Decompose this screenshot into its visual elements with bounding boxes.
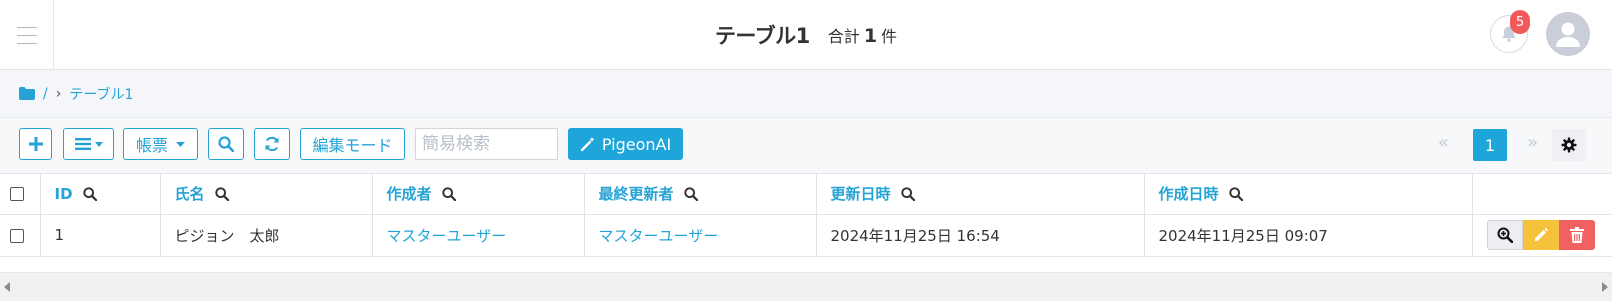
- column-header-name[interactable]: 氏名: [160, 174, 373, 215]
- cell-id: 1: [40, 214, 161, 257]
- table-row[interactable]: 1 ピジョン 太郎 マスターユーザー マスターユーザー 2024年11月25日 …: [0, 214, 1612, 257]
- search-icon[interactable]: [441, 187, 456, 201]
- hamburger-icon: [16, 26, 37, 28]
- toolbar: 帳票 編集モード PigeonAI « 1 »: [0, 118, 1612, 174]
- edit-button[interactable]: [1522, 220, 1559, 250]
- records-table: ID 氏名 作成者 最終更新者 更新日時 作成日時 1 ピジョン 太郎 マスター…: [0, 174, 1612, 257]
- column-header-updated-at[interactable]: 更新日時: [816, 174, 1145, 215]
- pencil-icon: [1534, 227, 1548, 241]
- pager-next-button[interactable]: »: [1527, 132, 1538, 153]
- trash-icon: [1569, 227, 1584, 243]
- settings-button[interactable]: [1552, 129, 1586, 161]
- app-header: テーブル1 合計 1 件 5: [0, 0, 1612, 70]
- list-icon: [74, 138, 91, 150]
- row-checkbox[interactable]: [10, 228, 24, 243]
- zoom-in-icon: [1497, 227, 1513, 243]
- delete-button[interactable]: [1558, 220, 1595, 250]
- user-avatar[interactable]: [1546, 12, 1590, 56]
- search-icon[interactable]: [683, 187, 698, 201]
- refresh-button[interactable]: [254, 128, 290, 160]
- column-header-id[interactable]: ID: [40, 174, 161, 215]
- menu-toggle-button[interactable]: [0, 0, 54, 70]
- caret-down-icon: [94, 141, 103, 147]
- pigeon-ai-button[interactable]: PigeonAI: [568, 128, 683, 160]
- cell-created-at: 2024年11月25日 09:07: [1144, 214, 1473, 257]
- scroll-right-arrow[interactable]: [1602, 282, 1608, 292]
- cell-updated-by-link[interactable]: マスターユーザー: [599, 227, 719, 245]
- list-menu-button[interactable]: [63, 128, 114, 160]
- column-header-created-by[interactable]: 作成者: [372, 174, 585, 215]
- column-header-actions: [1472, 174, 1612, 215]
- plus-icon: [28, 137, 43, 151]
- search-icon[interactable]: [1228, 187, 1243, 201]
- search-icon: [218, 136, 234, 152]
- add-record-button[interactable]: [19, 128, 52, 160]
- breadcrumb-separator: /: [43, 85, 48, 102]
- folder-icon[interactable]: [19, 87, 35, 100]
- select-all-checkbox[interactable]: [10, 187, 24, 202]
- chevron-right-icon: ›: [55, 85, 62, 102]
- scroll-left-arrow[interactable]: [4, 282, 10, 292]
- title-area: テーブル1 合計 1 件: [0, 0, 1612, 70]
- search-icon[interactable]: [82, 187, 97, 201]
- magic-wand-icon: [580, 137, 595, 152]
- breadcrumb-current[interactable]: テーブル1: [69, 84, 133, 104]
- cell-updated-at: 2024年11月25日 16:54: [816, 214, 1145, 257]
- pager-prev-button[interactable]: «: [1438, 132, 1449, 153]
- row-actions: [1486, 220, 1612, 250]
- search-icon[interactable]: [214, 187, 229, 201]
- column-header-updated-by[interactable]: 最終更新者: [584, 174, 817, 215]
- search-button[interactable]: [208, 128, 244, 160]
- quick-search-input[interactable]: [415, 128, 558, 160]
- user-icon: [1556, 22, 1580, 47]
- caret-down-icon: [176, 141, 185, 147]
- cell-name: ピジョン 太郎: [160, 214, 373, 257]
- view-button[interactable]: [1486, 220, 1523, 250]
- edit-mode-button[interactable]: 編集モード: [300, 128, 405, 160]
- refresh-icon: [265, 136, 279, 152]
- breadcrumb: / › テーブル1: [0, 70, 1612, 118]
- column-header-created-at[interactable]: 作成日時: [1144, 174, 1473, 215]
- notification-badge: 5: [1510, 10, 1530, 34]
- search-icon[interactable]: [900, 187, 915, 201]
- cell-created-by-link[interactable]: マスターユーザー: [387, 227, 507, 245]
- record-count: 合計 1 件: [827, 25, 898, 47]
- horizontal-scrollbar[interactable]: [0, 272, 1612, 301]
- table-header-row: ID 氏名 作成者 最終更新者 更新日時 作成日時: [0, 174, 1612, 215]
- page-title: テーブル1: [714, 24, 810, 48]
- gear-icon: [1561, 137, 1577, 153]
- pager-page-1[interactable]: 1: [1473, 129, 1507, 161]
- report-button[interactable]: 帳票: [123, 128, 198, 160]
